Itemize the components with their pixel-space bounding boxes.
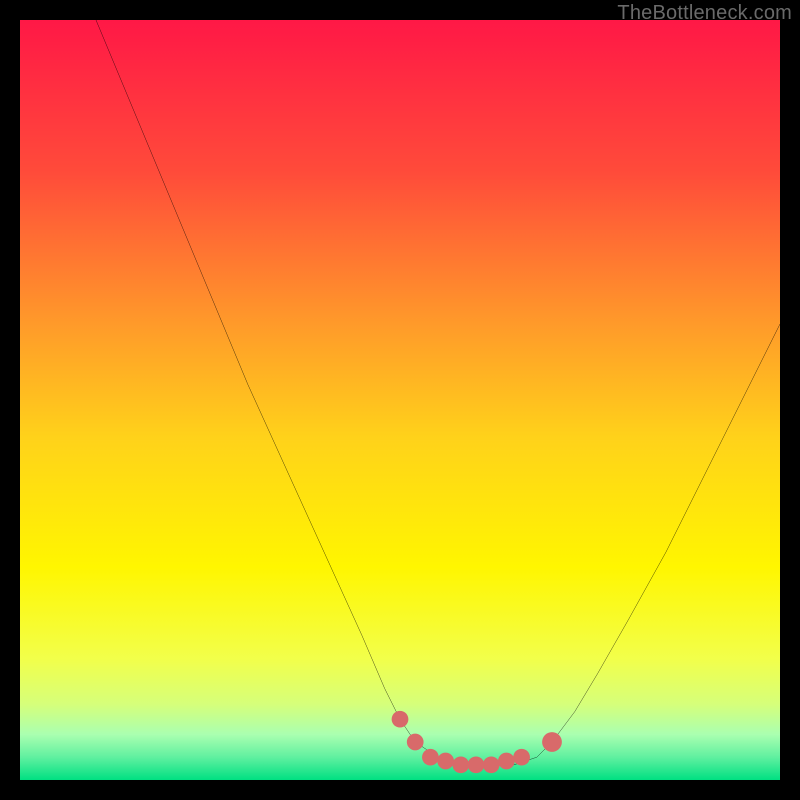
- curve-marker: [422, 749, 439, 766]
- curve-marker: [468, 756, 485, 773]
- curve-layer: [20, 20, 780, 780]
- plot-area: [20, 20, 780, 780]
- watermark: TheBottleneck.com: [617, 2, 792, 25]
- curve-marker: [513, 749, 530, 766]
- curve-marker: [407, 734, 424, 751]
- curve-marker: [392, 711, 409, 728]
- curve-marker: [483, 756, 500, 773]
- curve-marker: [452, 756, 469, 773]
- curve-marker: [498, 753, 515, 770]
- curve-marker: [437, 753, 454, 770]
- curve-markers: [392, 711, 562, 773]
- bottleneck-curve: [96, 20, 780, 765]
- curve-marker: [542, 732, 562, 752]
- chart-stage: TheBottleneck.com: [0, 0, 800, 800]
